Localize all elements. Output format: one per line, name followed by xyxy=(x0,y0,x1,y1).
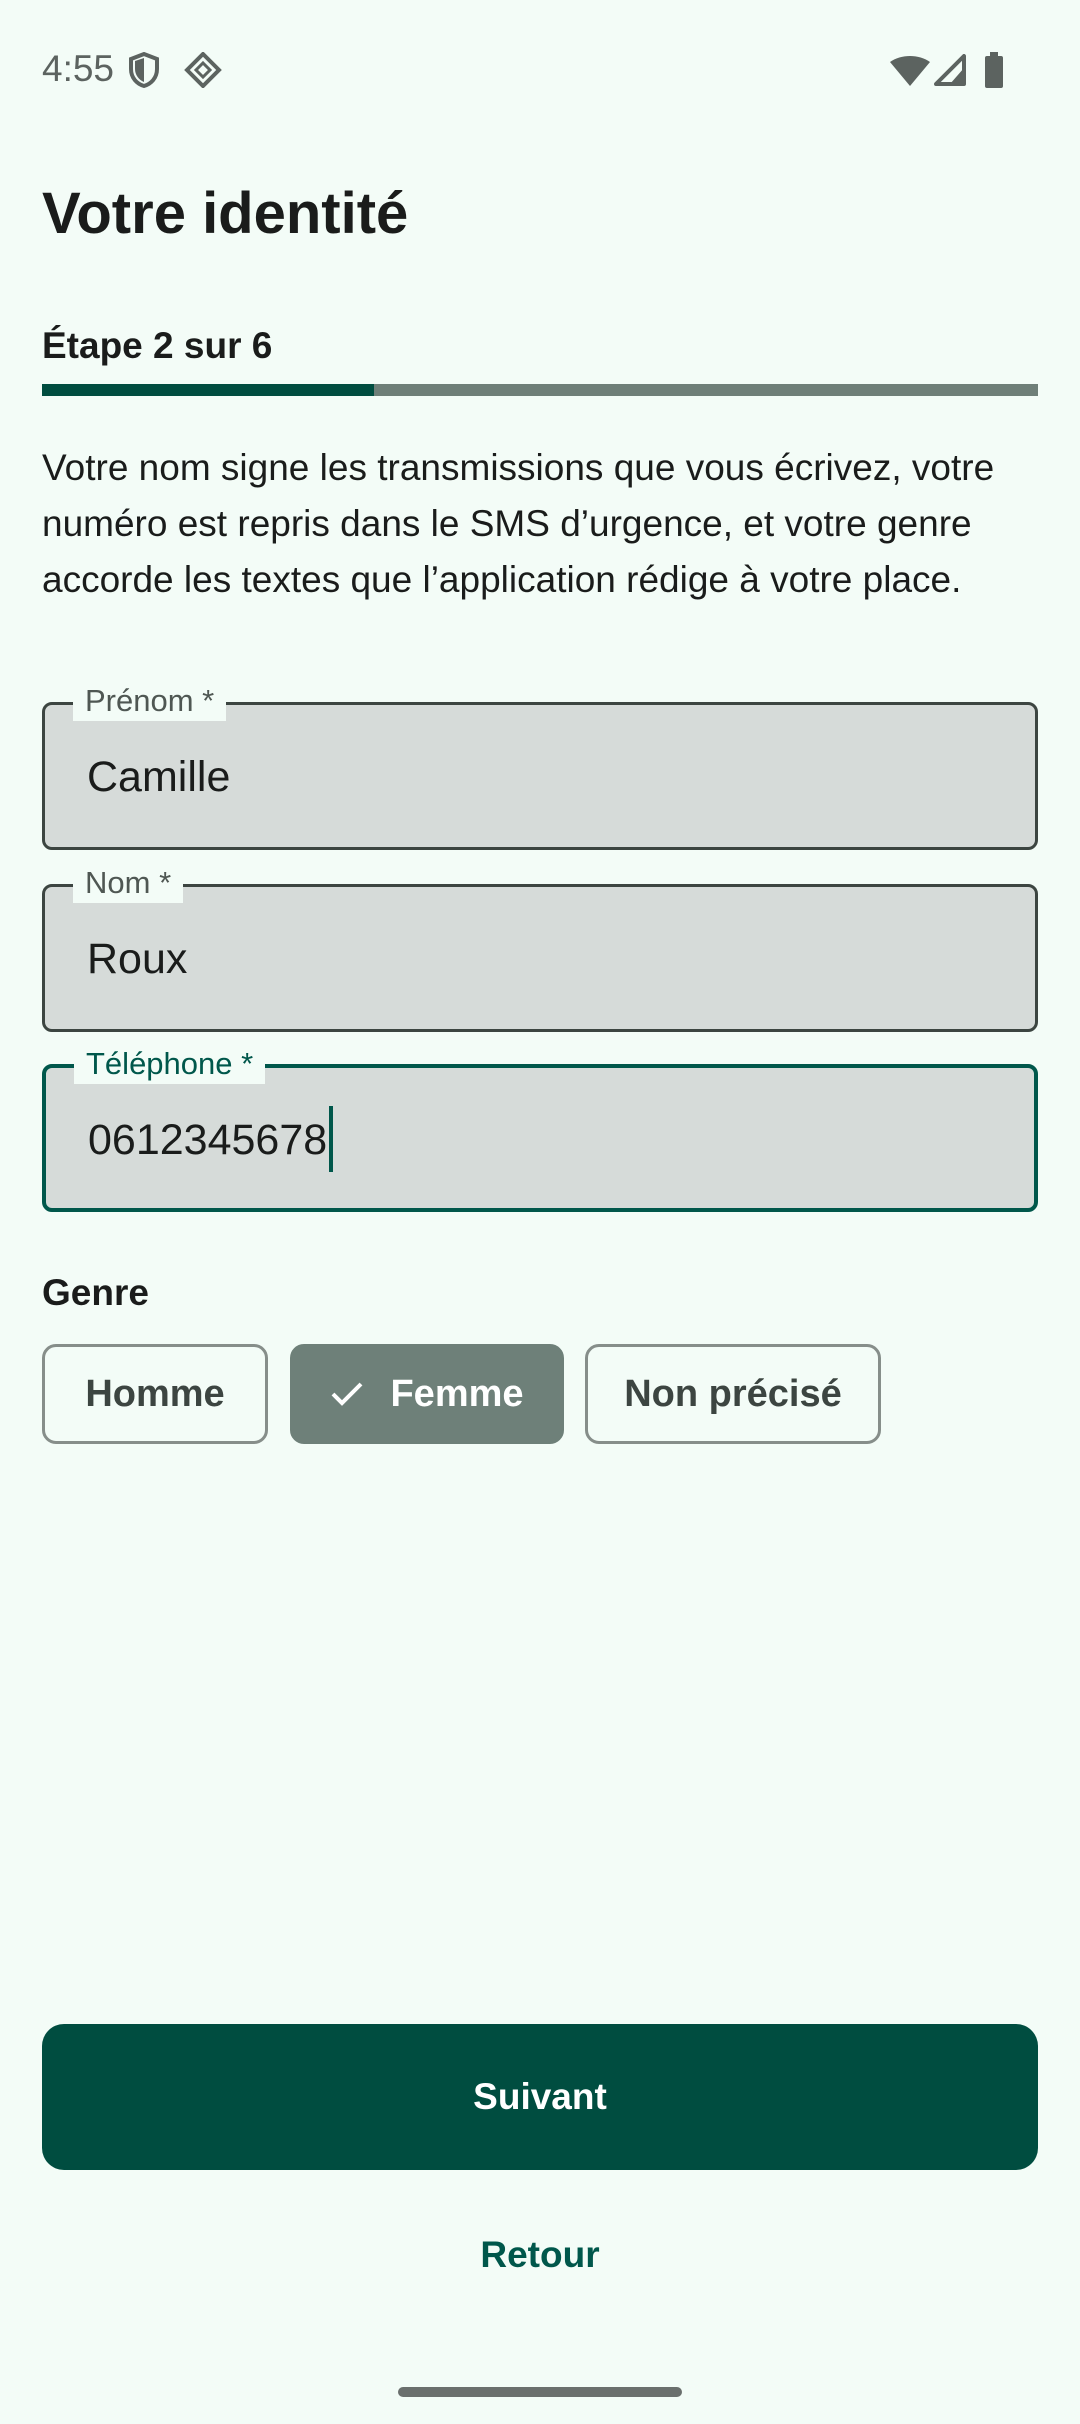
location-diamond-icon xyxy=(184,51,222,93)
status-bar: 4:55 xyxy=(0,0,1080,140)
status-time: 4:55 xyxy=(42,48,115,89)
last-name-label: Nom * xyxy=(73,863,184,903)
next-button-label: Suivant xyxy=(473,2076,607,2117)
genre-chip-label: Non précisé xyxy=(624,1372,842,1415)
phone-field[interactable]: Téléphone * 0612345678 xyxy=(42,1044,1038,1212)
genre-chip-homme[interactable]: Homme xyxy=(42,1344,268,1444)
last-name-field[interactable]: Nom * Roux xyxy=(42,863,1038,1032)
back-button[interactable]: Retour xyxy=(440,2220,640,2290)
wifi-icon xyxy=(890,56,930,91)
step-progress-fill xyxy=(42,384,374,396)
next-button[interactable]: Suivant xyxy=(42,2024,1038,2170)
home-indicator[interactable] xyxy=(398,2387,682,2397)
check-icon xyxy=(330,1381,364,1407)
first-name-label: Prénom * xyxy=(73,681,227,721)
phone-label: Téléphone * xyxy=(74,1044,266,1084)
last-name-value: Roux xyxy=(87,935,188,983)
step-progress-bar xyxy=(42,384,1038,396)
phone-value-wrapper: 0612345678 xyxy=(88,1105,334,1172)
genre-chip-label: Homme xyxy=(85,1372,225,1415)
back-button-label: Retour xyxy=(480,2234,600,2275)
text-cursor xyxy=(329,1105,334,1172)
page-title: Votre identité xyxy=(42,181,409,246)
genre-chip-label: Femme xyxy=(390,1372,524,1415)
genre-chip-non-precise[interactable]: Non précisé xyxy=(585,1344,881,1444)
intro-text: Votre nom signe les transmissions que vo… xyxy=(42,447,995,600)
first-name-value: Camille xyxy=(87,753,231,801)
shield-icon xyxy=(128,51,160,93)
genre-chip-femme[interactable]: Femme xyxy=(290,1344,564,1444)
first-name-field[interactable]: Prénom * Camille xyxy=(42,681,1038,850)
step-label: Étape 2 sur 6 xyxy=(42,325,273,366)
genre-label: Genre xyxy=(42,1272,149,1313)
battery-icon xyxy=(984,52,1004,93)
phone-value: 0612345678 xyxy=(88,1116,328,1164)
signal-icon xyxy=(934,54,966,91)
